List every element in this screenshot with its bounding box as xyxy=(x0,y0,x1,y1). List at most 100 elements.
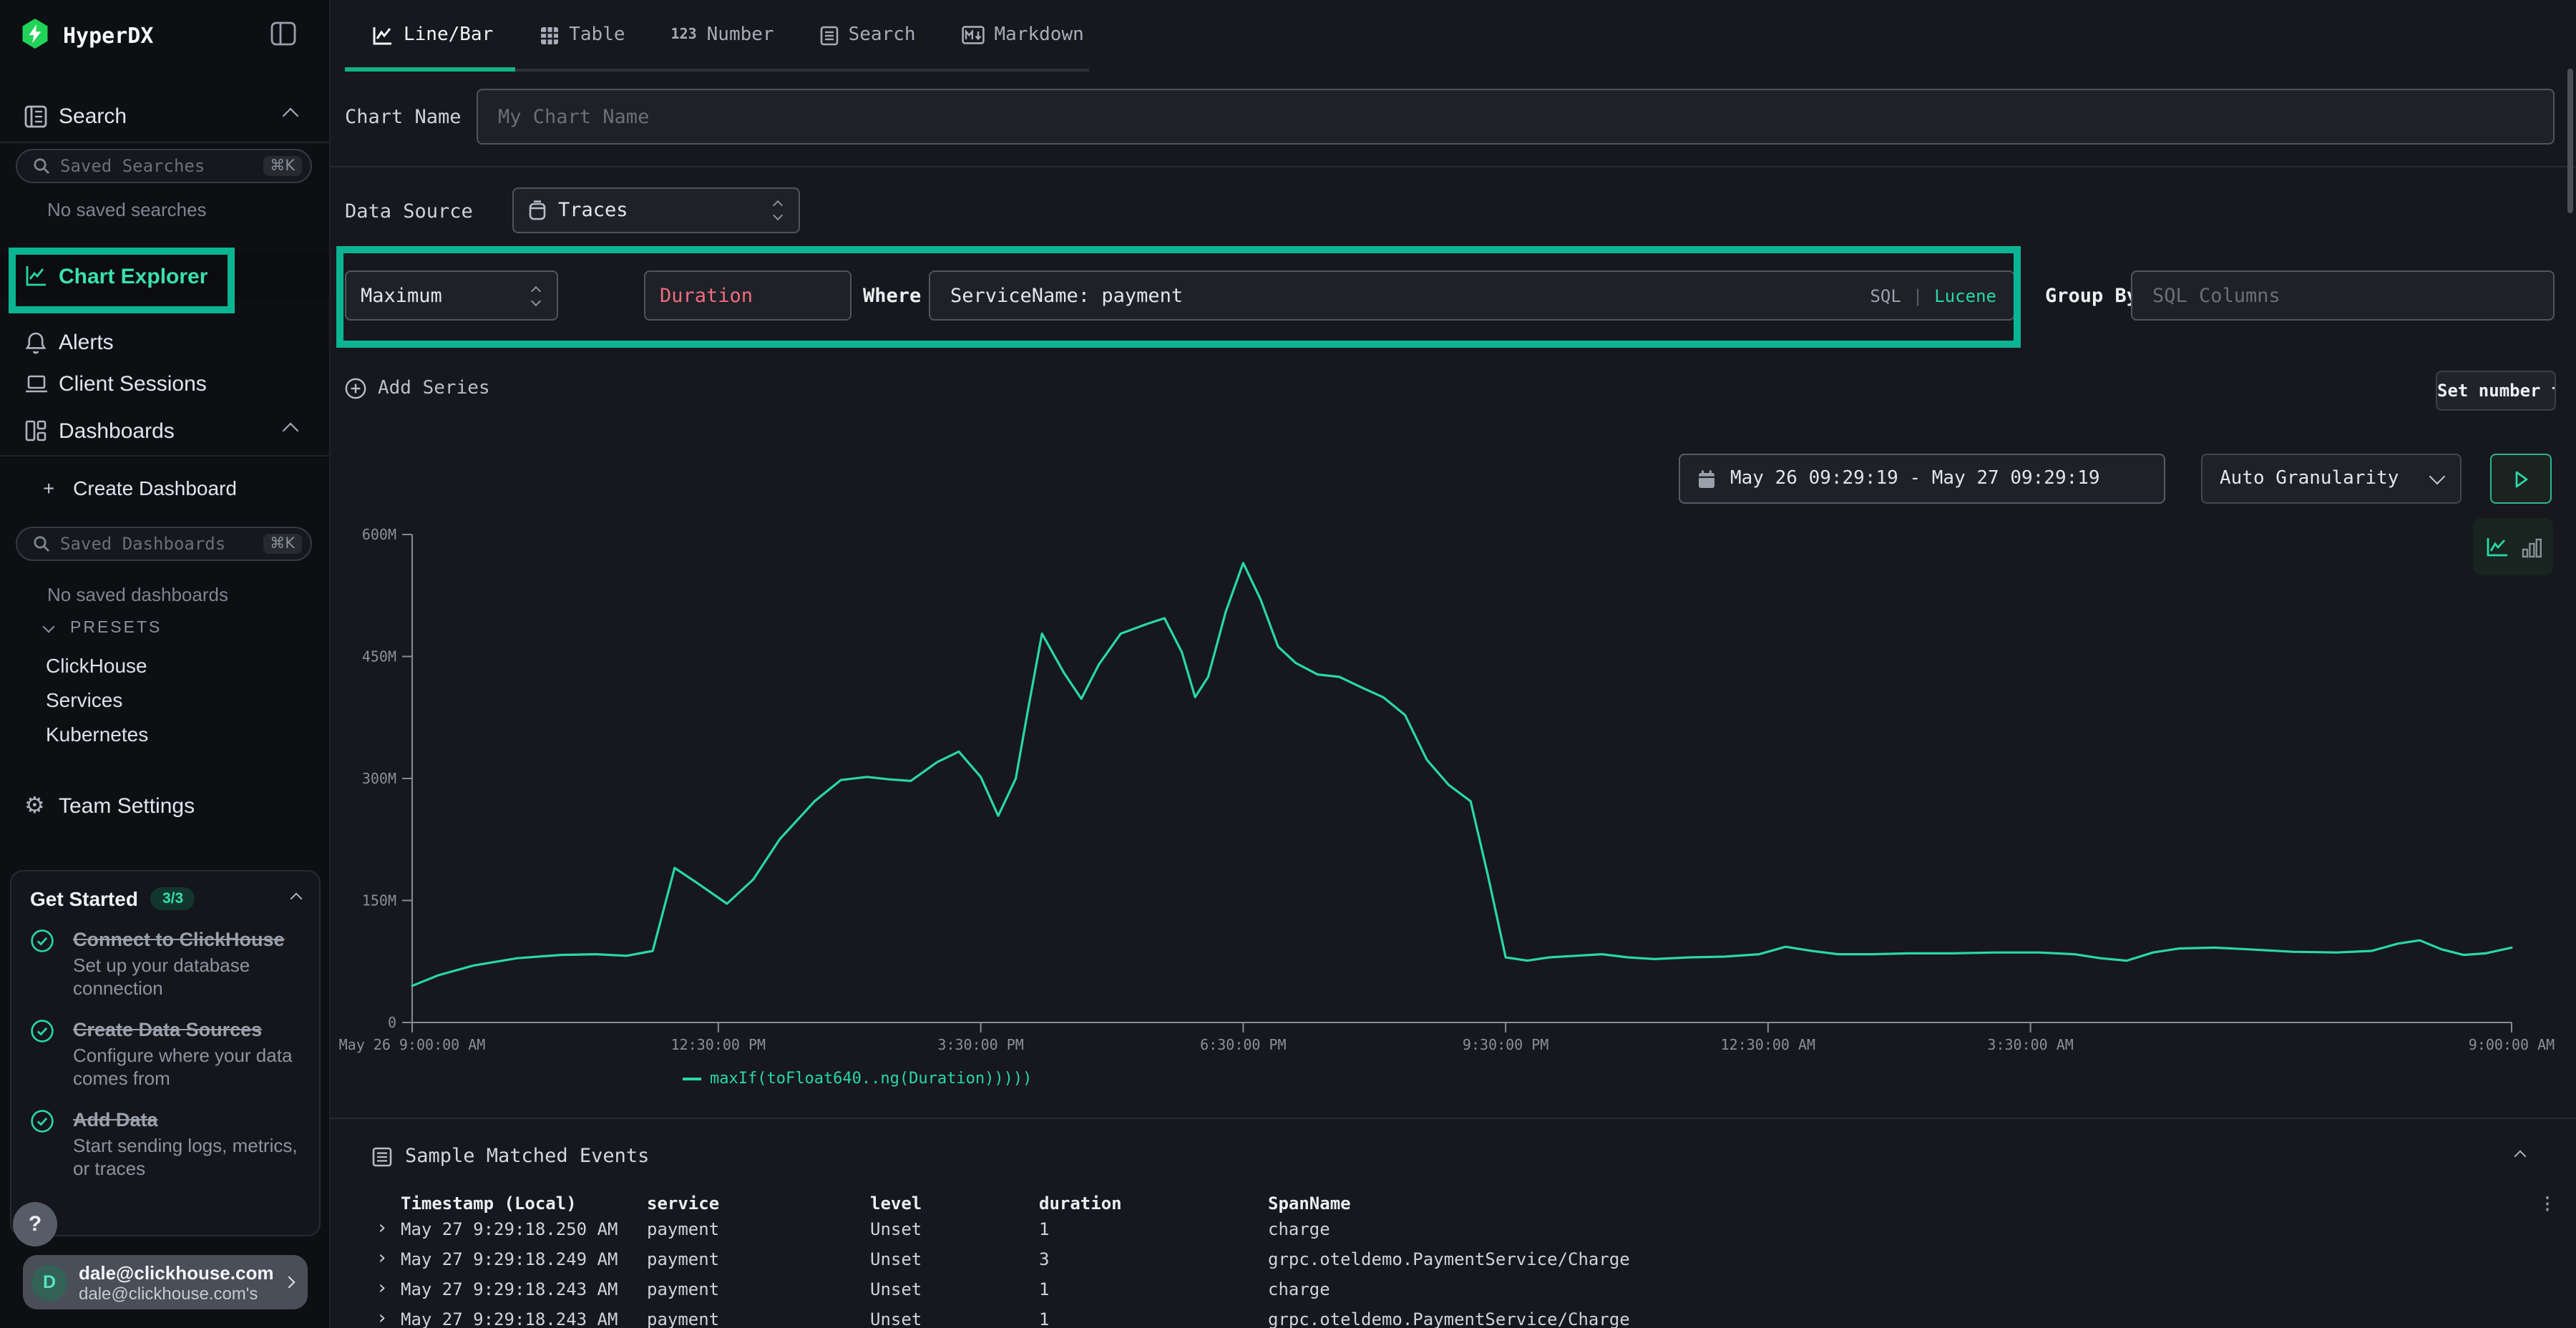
granularity-select[interactable]: Auto Granularity xyxy=(2201,454,2462,504)
database-icon xyxy=(528,200,547,220)
cell-level: Unset xyxy=(870,1219,1039,1239)
chevron-up-icon xyxy=(283,108,299,125)
hyperdx-app: HyperDX Search xyxy=(0,0,2576,1328)
table-row[interactable]: › May 27 9:29:18.249 AM payment Unset 3 … xyxy=(329,1244,2576,1274)
client-sessions-label: Client Sessions xyxy=(59,371,207,396)
lucene-mode-toggle[interactable]: Lucene xyxy=(1934,285,1996,306)
chart-legend[interactable]: maxIf(toFloat640..ng(Duration))))) xyxy=(683,1069,1032,1088)
get-started-item-title: Add Data xyxy=(73,1108,301,1132)
saved-dashboards-input[interactable]: Saved Dashboards ⌘K xyxy=(16,527,312,561)
tab-label: Number xyxy=(707,24,774,46)
cell-spanname: grpc.oteldemo.PaymentService/Charge xyxy=(1268,1249,2519,1269)
gear-icon: ⚙ xyxy=(24,794,49,817)
document-list-icon xyxy=(820,25,839,45)
col-spanname[interactable]: ⋮SpanName xyxy=(1268,1193,2519,1214)
plus-icon: + xyxy=(43,477,54,499)
group-by-input[interactable] xyxy=(2150,283,2536,308)
cell-service: payment xyxy=(647,1309,870,1328)
col-duration[interactable]: ⋮duration xyxy=(1039,1193,1268,1214)
col-level[interactable]: ⋮level xyxy=(870,1193,1039,1214)
svg-text:3:30:00 AM: 3:30:00 AM xyxy=(1987,1036,2073,1053)
tab-number[interactable]: 123 Number xyxy=(671,24,774,46)
group-by-field[interactable] xyxy=(2131,270,2555,321)
sql-mode-toggle[interactable]: SQL xyxy=(1870,285,1901,306)
date-range-picker[interactable]: May 26 09:29:19 - May 27 09:29:19 xyxy=(1679,454,2165,504)
get-started-item-title: Connect to ClickHouse xyxy=(73,927,301,952)
get-started-title: Get Started xyxy=(30,887,138,910)
col-timestamp[interactable]: Timestamp (Local) xyxy=(401,1193,647,1214)
chart-name-label: Chart Name xyxy=(345,106,462,129)
play-icon xyxy=(2514,470,2528,487)
presets-toggle[interactable]: PRESETS xyxy=(44,620,162,637)
tab-markdown[interactable]: Markdown xyxy=(962,24,1084,46)
chart-name-field[interactable] xyxy=(477,89,2555,145)
cell-service: payment xyxy=(647,1249,870,1269)
where-input[interactable] xyxy=(947,283,1870,308)
no-saved-dashboards-text: No saved dashboards xyxy=(47,584,228,605)
team-settings-label: Team Settings xyxy=(59,794,195,818)
sidebar-item-client-sessions[interactable]: Client Sessions xyxy=(0,362,329,405)
help-button[interactable]: ? xyxy=(13,1202,57,1246)
get-started-item-subtitle: Configure where your data comes from xyxy=(73,1045,301,1090)
data-source-label: Data Source xyxy=(345,200,473,223)
legend-swatch xyxy=(683,1077,701,1080)
aggregation-value: Maximum xyxy=(361,284,442,307)
expand-row-icon[interactable]: › xyxy=(376,1248,401,1269)
create-dashboard-button[interactable]: + Create Dashboard xyxy=(43,477,237,499)
table-menu-kebab-icon[interactable]: ⋮ xyxy=(2519,1193,2576,1214)
sidebar-item-dashboards[interactable]: Dashboards xyxy=(0,409,329,452)
date-range-value: May 26 09:29:19 - May 27 09:29:19 xyxy=(1730,468,2100,489)
svg-text:6:30:00 PM: 6:30:00 PM xyxy=(1200,1036,1286,1053)
saved-searches-input[interactable]: Saved Searches ⌘K xyxy=(16,149,312,183)
data-source-select[interactable]: Traces xyxy=(512,187,800,233)
sample-matched-events-panel: Sample Matched Events Timestamp (Local) … xyxy=(329,1118,2576,1328)
expand-row-icon[interactable]: › xyxy=(376,1278,401,1299)
col-service[interactable]: ⋮service xyxy=(647,1193,870,1214)
sidebar-item-chart-explorer[interactable]: Chart Explorer xyxy=(0,255,329,298)
collapse-panel-icon[interactable] xyxy=(2514,1151,2527,1163)
table-row[interactable]: › May 27 9:29:18.243 AM payment Unset 1 … xyxy=(329,1304,2576,1328)
scrollbar-thumb[interactable] xyxy=(2567,69,2573,213)
tab-line-bar[interactable]: Line/Bar xyxy=(372,24,493,46)
chart-explorer-label: Chart Explorer xyxy=(59,264,208,288)
where-field[interactable]: SQL | Lucene xyxy=(929,270,2015,321)
run-query-button[interactable] xyxy=(2490,454,2552,504)
tab-label: Table xyxy=(569,24,625,46)
cell-spanname: charge xyxy=(1268,1279,2519,1299)
chevron-up-icon[interactable] xyxy=(291,893,303,905)
svg-text:600M: 600M xyxy=(362,526,396,543)
markdown-icon xyxy=(962,26,985,44)
user-account-chip[interactable]: D dale@clickhouse.com dale@clickhouse.co… xyxy=(23,1255,308,1309)
tab-table[interactable]: Table xyxy=(539,24,625,46)
set-number-format-button[interactable]: Set number format xyxy=(2436,371,2556,411)
alerts-label: Alerts xyxy=(59,330,114,354)
expand-row-icon[interactable]: › xyxy=(376,1308,401,1328)
get-started-item-subtitle: Set up your database connection xyxy=(73,954,301,1000)
granularity-value: Auto Granularity xyxy=(2220,468,2399,489)
chart-name-input[interactable] xyxy=(495,104,2536,130)
sidebar-section-search[interactable]: Search xyxy=(0,94,329,137)
preset-kubernetes[interactable]: Kubernetes xyxy=(46,723,148,746)
table-row[interactable]: › May 27 9:29:18.243 AM payment Unset 1 … xyxy=(329,1274,2576,1304)
avatar: D xyxy=(31,1264,67,1300)
sidebar-item-team-settings[interactable]: ⚙ Team Settings xyxy=(0,784,329,827)
tab-search[interactable]: Search xyxy=(820,24,916,46)
aggregation-select[interactable]: Maximum xyxy=(345,270,558,321)
timeseries-chart[interactable]: 0150M300M450M600MMay 26 9:00:00 AM12:30:… xyxy=(329,508,2576,1109)
cell-duration: 1 xyxy=(1039,1279,1268,1299)
svg-text:450M: 450M xyxy=(362,648,396,665)
cell-duration: 1 xyxy=(1039,1219,1268,1239)
preset-clickhouse[interactable]: ClickHouse xyxy=(46,654,147,677)
add-series-button[interactable]: Add Series xyxy=(345,378,490,399)
sidebar-divider xyxy=(0,142,329,143)
preset-services[interactable]: Services xyxy=(46,688,122,711)
sidebar-collapse-icon[interactable] xyxy=(270,21,296,46)
presets-label: PRESETS xyxy=(70,620,162,637)
check-circle-icon xyxy=(30,1017,73,1090)
expand-row-icon[interactable]: › xyxy=(376,1218,401,1239)
sidebar-item-alerts[interactable]: Alerts xyxy=(0,321,329,363)
field-select[interactable]: Duration xyxy=(644,270,852,321)
sample-panel-title: Sample Matched Events xyxy=(405,1145,649,1168)
table-row[interactable]: › May 27 9:29:18.250 AM payment Unset 1 … xyxy=(329,1214,2576,1244)
table-icon xyxy=(539,25,559,45)
